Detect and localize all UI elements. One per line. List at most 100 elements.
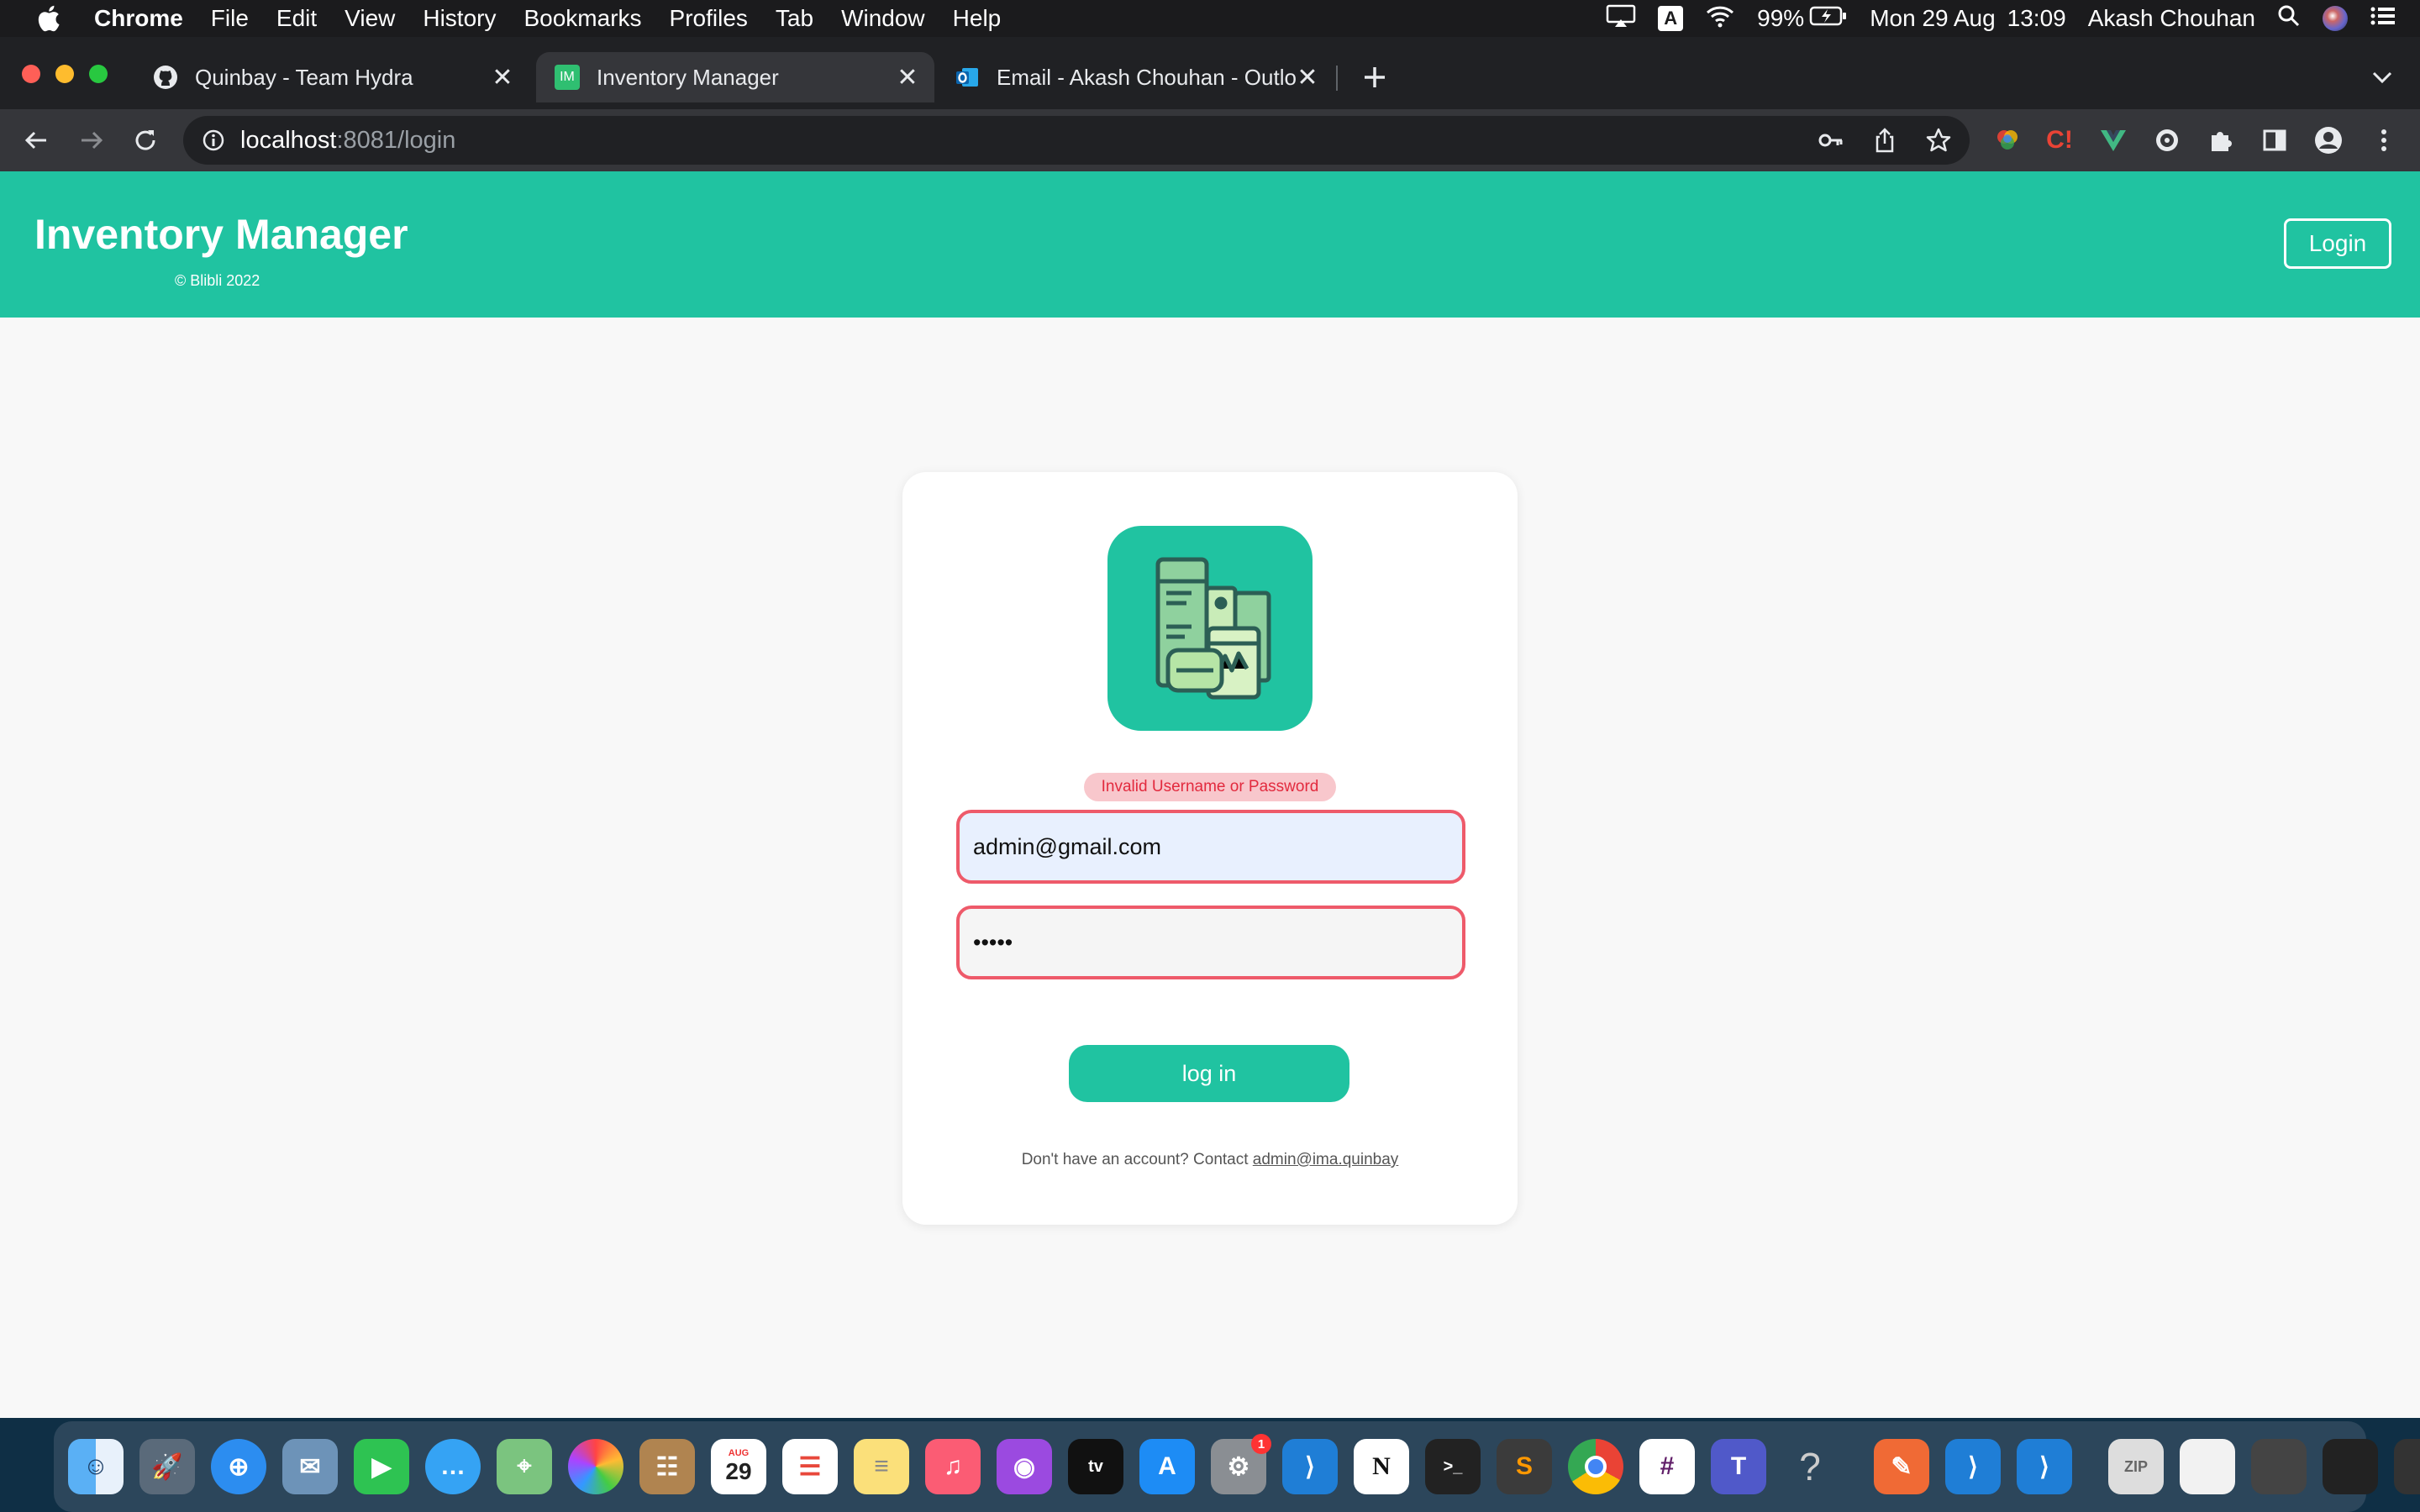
chrome-menu-kebab-icon[interactable] <box>2368 124 2400 156</box>
extensions-puzzle-icon[interactable] <box>2205 124 2237 156</box>
forward-arrow-icon[interactable] <box>76 124 108 156</box>
safari-icon[interactable]: ⊕ <box>211 1439 266 1494</box>
tab-outlook-email[interactable]: Email - Akash Chouhan - Outlo ✕ <box>936 52 1334 102</box>
minimized-window-thumbnail-2[interactable] <box>2251 1439 2307 1494</box>
contact-email-link[interactable]: admin@ima.quinbay <box>1253 1151 1399 1168</box>
minimized-window-thumbnail-4[interactable] <box>2394 1439 2420 1494</box>
color-picker-extension-icon[interactable] <box>1991 124 2023 156</box>
vscode-window-icon-2[interactable]: ⟩ <box>2017 1439 2072 1494</box>
share-icon[interactable] <box>1869 124 1901 156</box>
c-extension-icon[interactable]: C! <box>2044 124 2075 156</box>
sublime-text-icon[interactable]: S <box>1497 1439 1552 1494</box>
minimized-window-thumbnail-3[interactable] <box>2323 1439 2378 1494</box>
chrome-icon[interactable] <box>1568 1439 1623 1494</box>
postman-icon[interactable]: ✎ <box>1874 1439 1929 1494</box>
vscode-window-icon[interactable]: ⟩ <box>1945 1439 2001 1494</box>
calendar-icon[interactable]: AUG 29 <box>711 1439 766 1494</box>
menu-tab[interactable]: Tab <box>776 5 813 32</box>
inventory-manager-favicon: IM <box>555 65 580 90</box>
menu-file[interactable]: File <box>211 5 249 32</box>
photos-icon[interactable] <box>568 1439 623 1494</box>
browser-tab-strip: Quinbay - Team Hydra ✕ IM Inventory Mana… <box>0 37 2420 109</box>
react-devtools-icon[interactable] <box>2151 124 2183 156</box>
system-preferences-icon[interactable]: ⚙ 1 <box>1211 1434 1271 1494</box>
tab-title: Email - Akash Chouhan - Outlo <box>997 64 1296 90</box>
airplay-icon[interactable] <box>1606 4 1636 34</box>
apple-tv-icon[interactable]: tv <box>1068 1439 1123 1494</box>
tab-title: Inventory Manager <box>597 64 779 90</box>
messages-icon[interactable]: … <box>425 1439 481 1494</box>
vue-devtools-icon[interactable] <box>2097 124 2129 156</box>
login-card: Invalid Username or Password admin@gmail… <box>902 472 1518 1225</box>
reload-icon[interactable] <box>129 124 161 156</box>
terminal-icon[interactable]: >_ <box>1425 1439 1481 1494</box>
signup-contact-text: Don't have an account? Contact admin@ima… <box>902 1151 1518 1169</box>
launchpad-icon[interactable]: 🚀 <box>139 1439 195 1494</box>
address-bar[interactable]: localhost:8081/login <box>183 116 1970 165</box>
mail-stamp-icon[interactable]: ✉ <box>282 1439 338 1494</box>
outlook-icon <box>955 65 980 90</box>
battery-icon[interactable] <box>1809 5 1848 33</box>
login-submit-button[interactable]: log in <box>1069 1045 1349 1102</box>
window-minimize-button[interactable] <box>55 65 74 83</box>
vscode-icon[interactable]: ⟩ <box>1282 1439 1338 1494</box>
apple-icon[interactable] <box>35 4 60 33</box>
menu-window[interactable]: Window <box>841 5 925 32</box>
tab-separator <box>1336 66 1338 91</box>
menu-user-name[interactable]: Akash Chouhan <box>2088 5 2255 32</box>
app-header: Inventory Manager © Blibli 2022 Login <box>0 171 2420 318</box>
profile-avatar-icon[interactable] <box>2312 124 2344 156</box>
close-tab-icon[interactable]: ✕ <box>896 63 919 92</box>
zip-file-icon[interactable]: ZIP <box>2108 1439 2164 1494</box>
email-input[interactable]: admin@gmail.com <box>956 810 1465 884</box>
control-center-icon[interactable] <box>2370 5 2396 33</box>
password-input[interactable]: ••••• <box>956 906 1465 979</box>
podcasts-icon[interactable]: ◉ <box>997 1439 1052 1494</box>
spotlight-search-icon[interactable] <box>2277 4 2301 34</box>
battery-percent: 99% <box>1757 5 1805 31</box>
menu-profiles[interactable]: Profiles <box>670 5 748 32</box>
close-tab-icon[interactable]: ✕ <box>1296 63 1319 92</box>
bookmark-star-icon[interactable] <box>1923 124 1954 156</box>
menu-app-name[interactable]: Chrome <box>94 5 183 32</box>
finder-icon[interactable]: ☺ <box>68 1439 124 1494</box>
input-source-icon[interactable]: A <box>1658 6 1684 31</box>
notion-icon[interactable]: N <box>1354 1439 1409 1494</box>
window-zoom-button[interactable] <box>89 65 108 83</box>
menu-bookmarks[interactable]: Bookmarks <box>523 5 641 32</box>
notes-icon[interactable]: ≡ <box>854 1439 909 1494</box>
menu-time[interactable]: 13:09 <box>2007 5 2066 32</box>
error-message-badge: Invalid Username or Password <box>1084 773 1336 801</box>
minimized-window-thumbnail[interactable] <box>2180 1439 2235 1494</box>
back-arrow-icon[interactable] <box>20 124 52 156</box>
wifi-icon[interactable] <box>1705 4 1735 34</box>
unknown-app-icon[interactable]: ? <box>1782 1439 1838 1494</box>
siri-icon[interactable] <box>2323 6 2348 31</box>
facetime-icon[interactable]: ▶ <box>354 1439 409 1494</box>
menu-history[interactable]: History <box>423 5 496 32</box>
header-login-button[interactable]: Login <box>2284 218 2391 269</box>
window-close-button[interactable] <box>22 65 40 83</box>
tab-inventory-manager[interactable]: IM Inventory Manager ✕ <box>536 52 934 102</box>
menu-edit[interactable]: Edit <box>276 5 317 32</box>
side-panel-icon[interactable] <box>2259 124 2291 156</box>
new-tab-plus-icon[interactable] <box>1360 62 1390 97</box>
close-tab-icon[interactable]: ✕ <box>491 63 514 92</box>
menu-help[interactable]: Help <box>953 5 1002 32</box>
menu-view[interactable]: View <box>345 5 395 32</box>
menu-date[interactable]: Mon 29 Aug <box>1870 5 1995 32</box>
maps-icon[interactable]: ⌖ <box>497 1439 552 1494</box>
password-key-icon[interactable] <box>1815 124 1847 156</box>
signup-contact-prefix: Don't have an account? Contact <box>1021 1151 1253 1168</box>
site-info-icon[interactable] <box>202 129 225 152</box>
tab-quinbay[interactable]: Quinbay - Team Hydra ✕ <box>134 52 529 102</box>
tab-title: Quinbay - Team Hydra <box>195 64 413 90</box>
teams-icon[interactable]: T <box>1711 1439 1766 1494</box>
contacts-icon[interactable]: ☷ <box>639 1439 695 1494</box>
tab-search-chevron-icon[interactable] <box>2370 67 2395 92</box>
app-title: Inventory Manager <box>34 211 408 258</box>
music-icon[interactable]: ♫ <box>925 1439 981 1494</box>
slack-icon[interactable]: # <box>1639 1439 1695 1494</box>
reminders-icon[interactable]: ☰ <box>782 1439 838 1494</box>
app-store-icon[interactable]: A <box>1139 1439 1195 1494</box>
